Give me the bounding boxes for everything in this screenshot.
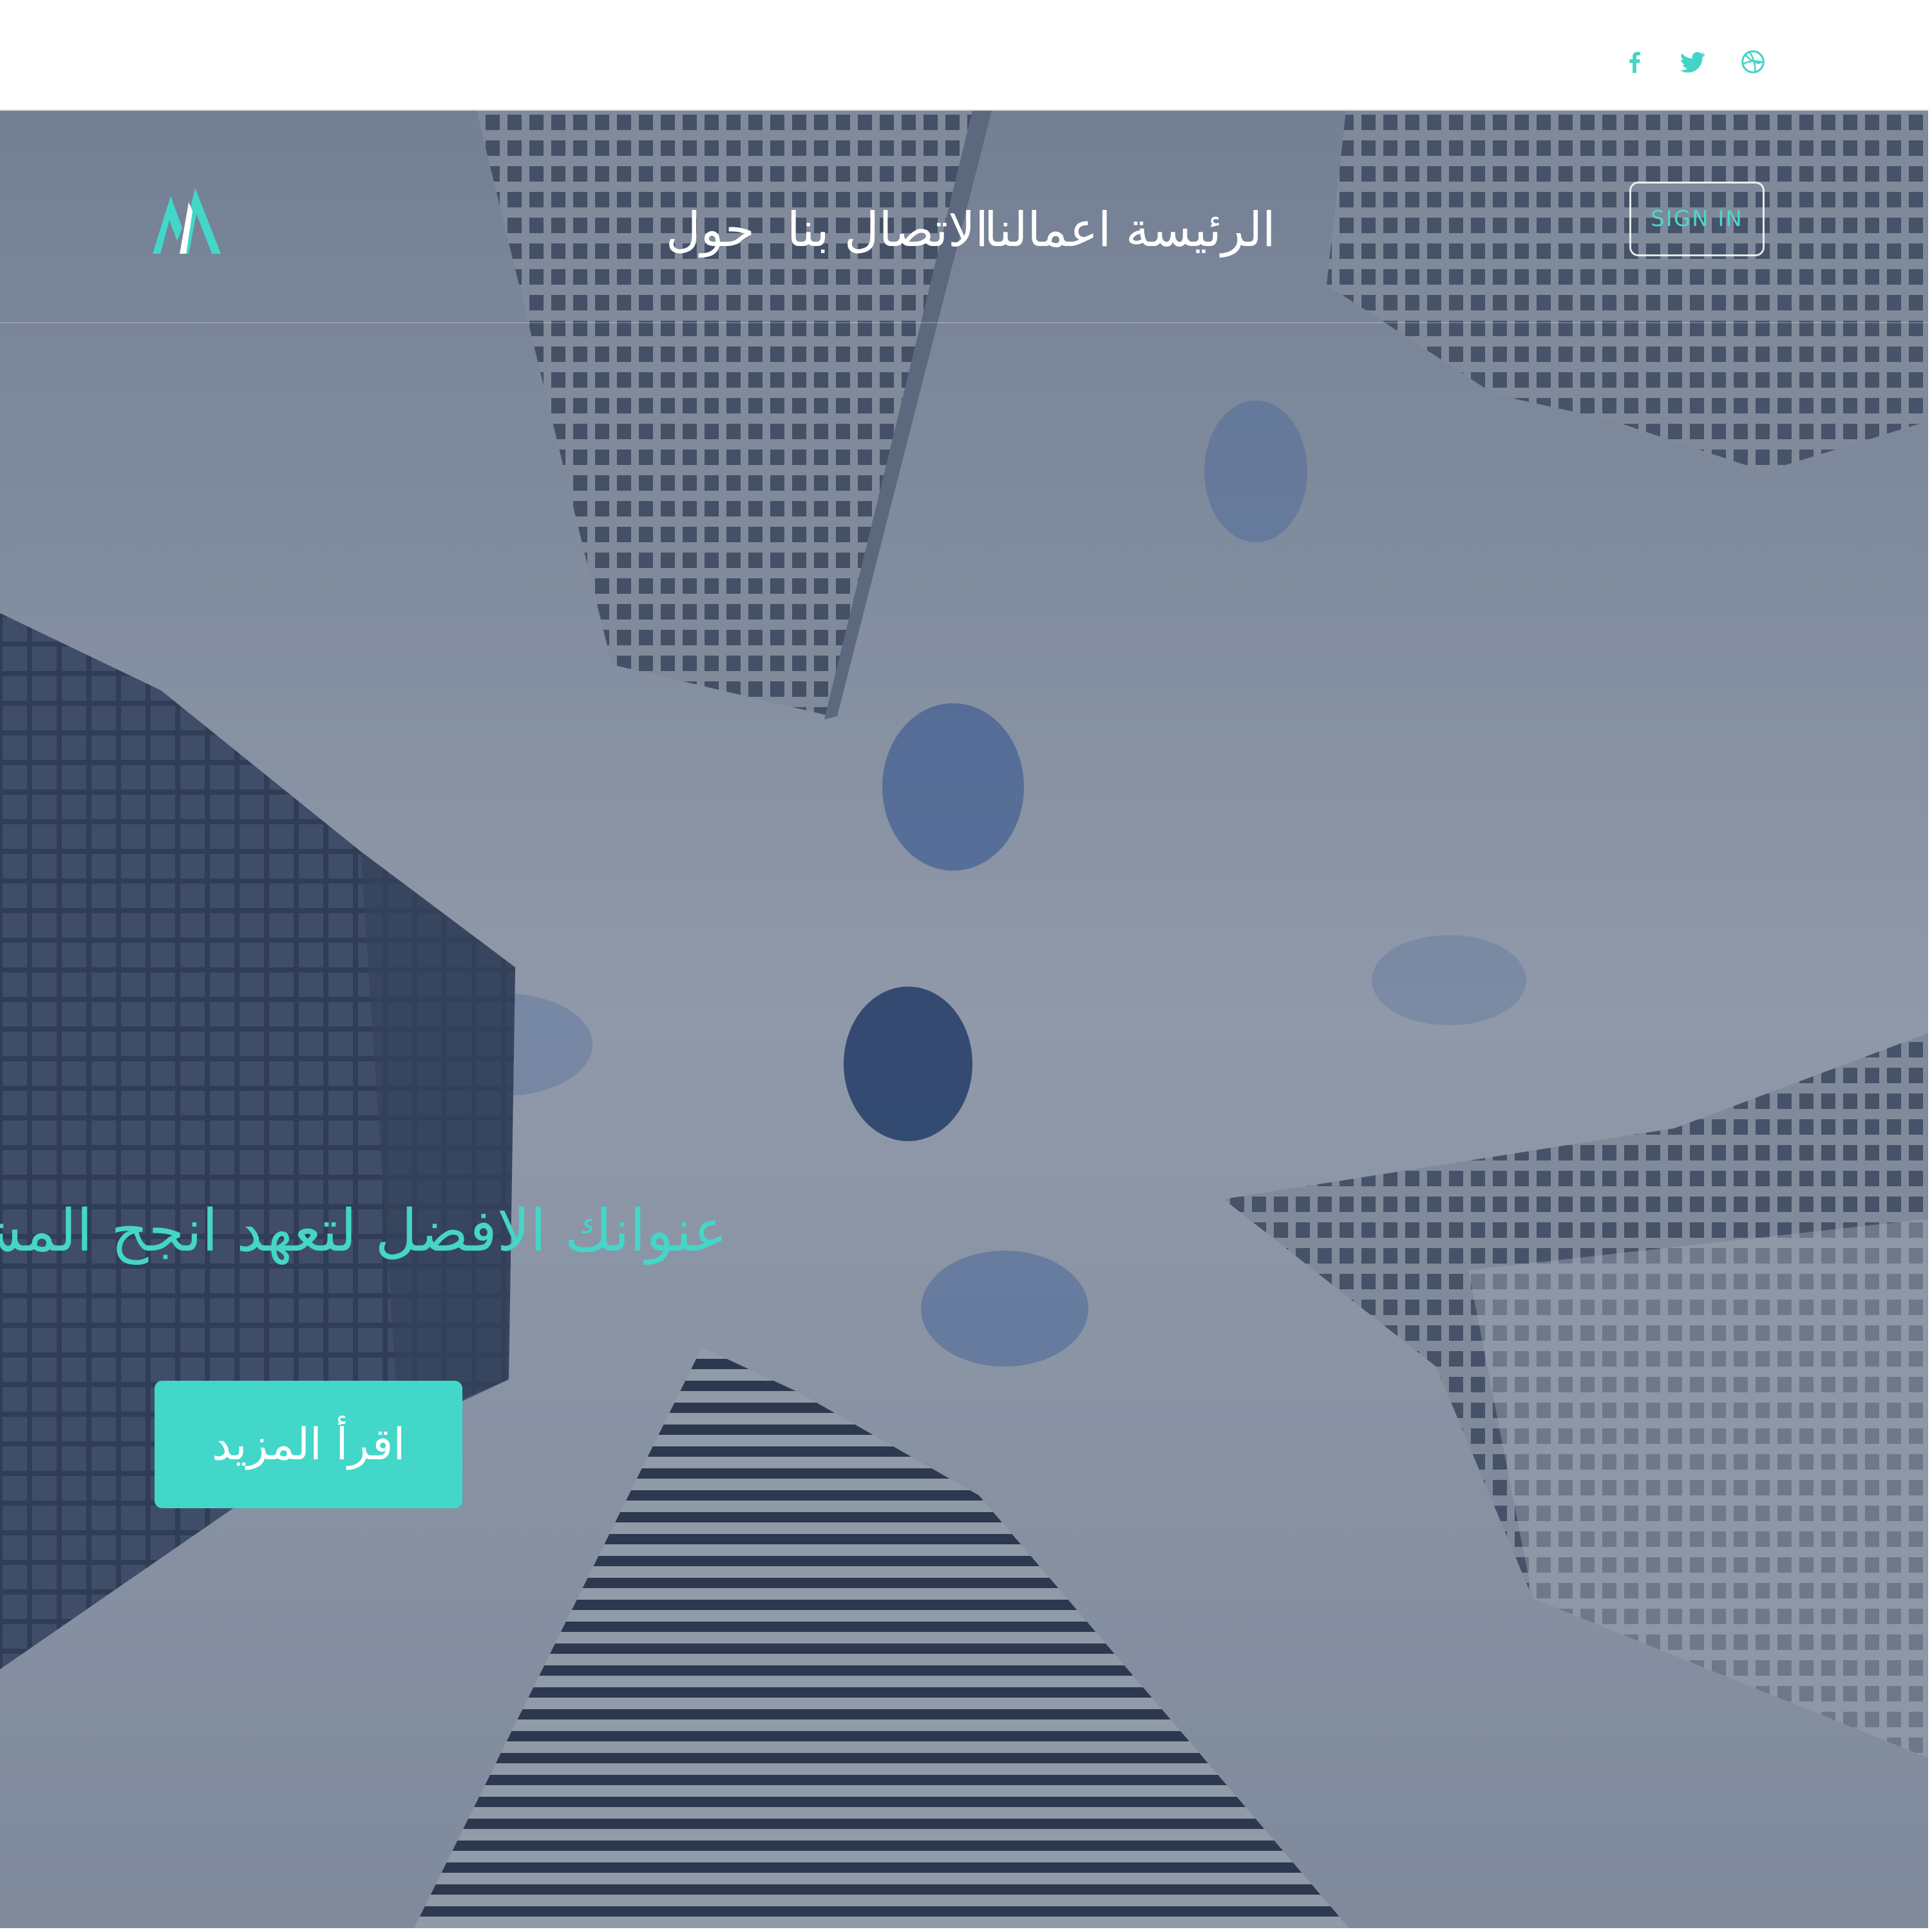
dribbble-icon-graphic [1741,50,1765,73]
hero-section: الرئيسة اعمالنا الاتصال بنا حول SIGN IN … [0,111,1932,1932]
nav-divider [0,322,1932,323]
sign-in-button[interactable]: SIGN IN [1629,182,1765,256]
logo-icon[interactable] [151,183,222,260]
nav-contact[interactable]: الاتصال بنا [787,194,989,265]
read-more-button[interactable]: اقرأ المزيد [155,1381,462,1508]
nav-portfolio[interactable]: اعمالنا [984,194,1111,265]
dribbble-icon[interactable] [1734,43,1772,81]
facebook-icon-graphic [1629,52,1640,73]
nav-about[interactable]: حول [666,194,755,265]
hero-headline: عنوانك الافضل لتعهد انجح المشاريع [0,1197,728,1265]
facebook-icon[interactable] [1615,43,1654,81]
top-bar [0,0,1932,111]
page-bottom-edge [0,1928,1932,1932]
hero-overlay [0,111,1932,1932]
twitter-icon[interactable] [1673,43,1712,81]
nav-home[interactable]: الرئيسة [1126,194,1276,265]
page-right-edge [1928,0,1932,1932]
twitter-icon-graphic [1680,52,1705,73]
